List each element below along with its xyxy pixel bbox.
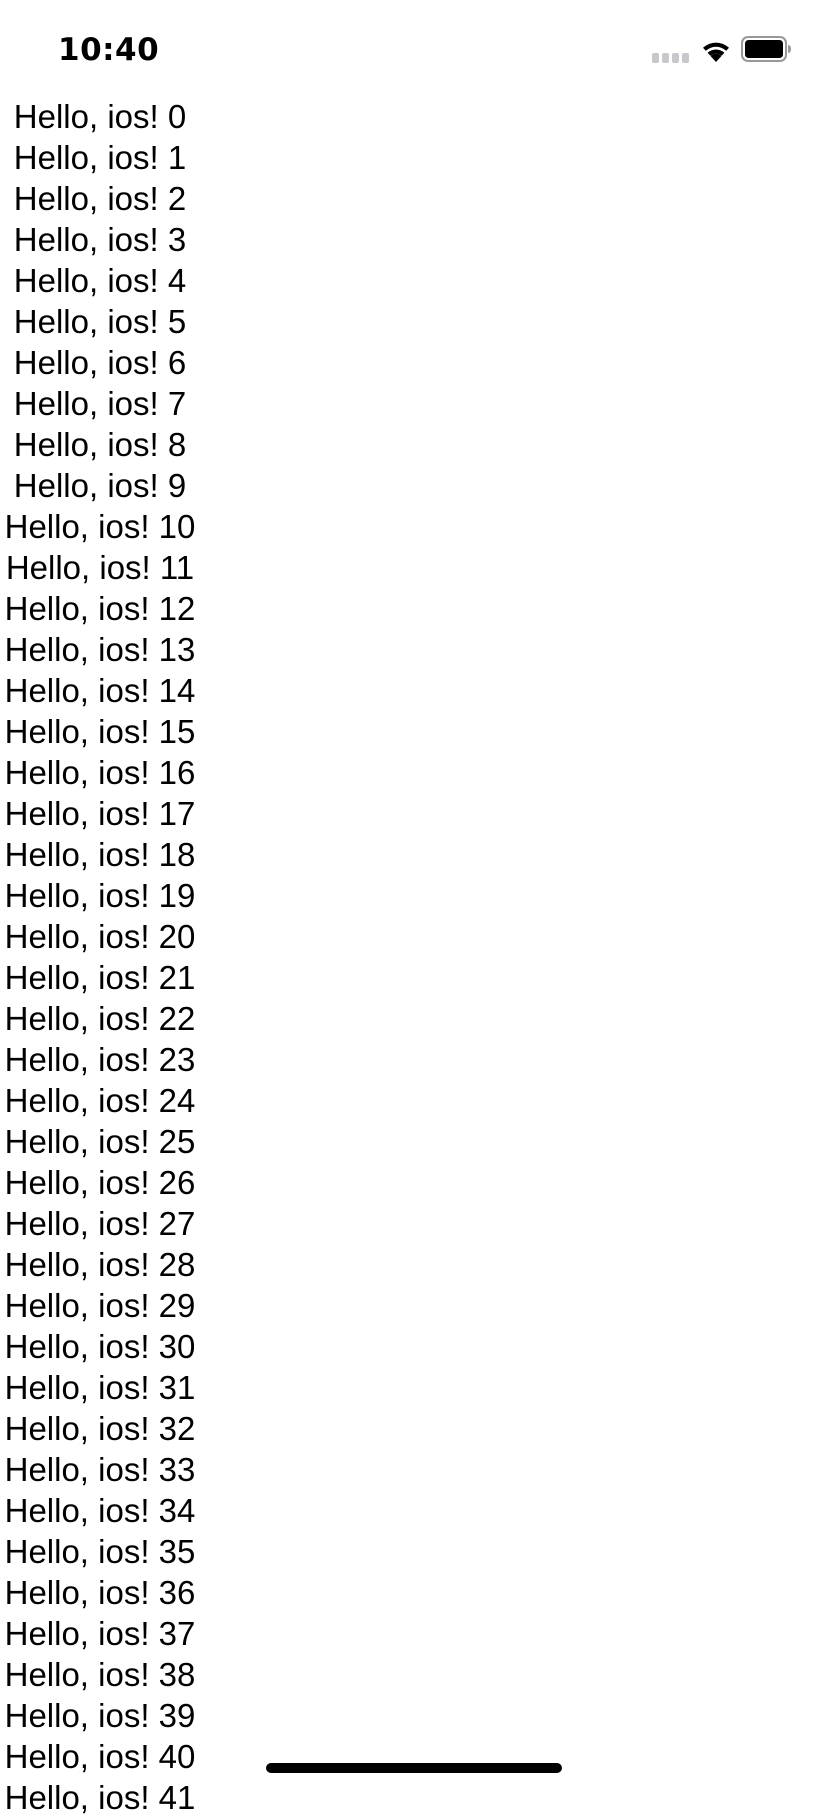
list-item: Hello, ios! 17 (4, 795, 196, 832)
status-bar: 10:40 (0, 0, 828, 100)
list-item: Hello, ios! 31 (4, 1369, 196, 1406)
list-item: Hello, ios! 14 (4, 672, 196, 709)
list-item: Hello, ios! 23 (4, 1041, 196, 1078)
status-time: 10:40 (58, 32, 160, 68)
cellular-signal-icon (652, 53, 692, 63)
list-item: Hello, ios! 2 (13, 180, 187, 217)
list-item: Hello, ios! 30 (4, 1328, 196, 1365)
list-item: Hello, ios! 40 (4, 1738, 196, 1775)
list-item: Hello, ios! 10 (4, 508, 196, 545)
wifi-icon (703, 42, 729, 62)
list-item: Hello, ios! 13 (4, 631, 196, 668)
list-item: Hello, ios! 15 (4, 713, 196, 750)
list-item: Hello, ios! 8 (13, 426, 187, 463)
list-item: Hello, ios! 9 (13, 467, 187, 504)
list-item: Hello, ios! 22 (4, 1000, 196, 1037)
list-item: Hello, ios! 38 (4, 1656, 196, 1693)
list-item: Hello, ios! 0 (13, 98, 187, 135)
list-item: Hello, ios! 5 (13, 303, 187, 340)
list-item: Hello, ios! 16 (4, 754, 196, 791)
list-item: Hello, ios! 39 (4, 1697, 196, 1734)
list-item: Hello, ios! 12 (4, 590, 196, 627)
hello-list[interactable]: Hello, ios! 0 Hello, ios! 1 Hello, ios! 2 H… (0, 96, 200, 1818)
battery-icon (741, 36, 791, 62)
list-item: Hello, ios! 25 (4, 1123, 196, 1160)
list-item: Hello, ios! 6 (13, 344, 187, 381)
list-item: Hello, ios! 21 (4, 959, 196, 996)
home-indicator[interactable] (266, 1763, 562, 1773)
list-item: Hello, ios! 37 (4, 1615, 196, 1652)
list-item: Hello, ios! 27 (4, 1205, 196, 1242)
list-item: Hello, ios! 34 (4, 1492, 196, 1529)
list-item: Hello, ios! 28 (4, 1246, 196, 1283)
list-item: Hello, ios! 32 (4, 1410, 196, 1447)
list-item: Hello, ios! 7 (13, 385, 187, 422)
list-item: Hello, ios! 41 (4, 1779, 196, 1816)
list-item: Hello, ios! 36 (4, 1574, 196, 1611)
list-item: Hello, ios! 18 (4, 836, 196, 873)
list-item: Hello, ios! 1 (13, 139, 187, 176)
list-item: Hello, ios! 26 (4, 1164, 196, 1201)
list-item: Hello, ios! 33 (4, 1451, 196, 1488)
list-item: Hello, ios! 20 (4, 918, 196, 955)
list-item: Hello, ios! 19 (4, 877, 196, 914)
list-item: Hello, ios! 4 (13, 262, 187, 299)
list-item: Hello, ios! 35 (4, 1533, 196, 1570)
list-item: Hello, ios! 3 (13, 221, 187, 258)
list-item: Hello, ios! 24 (4, 1082, 196, 1119)
list-item: Hello, ios! 11 (5, 549, 195, 586)
list-item: Hello, ios! 29 (4, 1287, 196, 1324)
